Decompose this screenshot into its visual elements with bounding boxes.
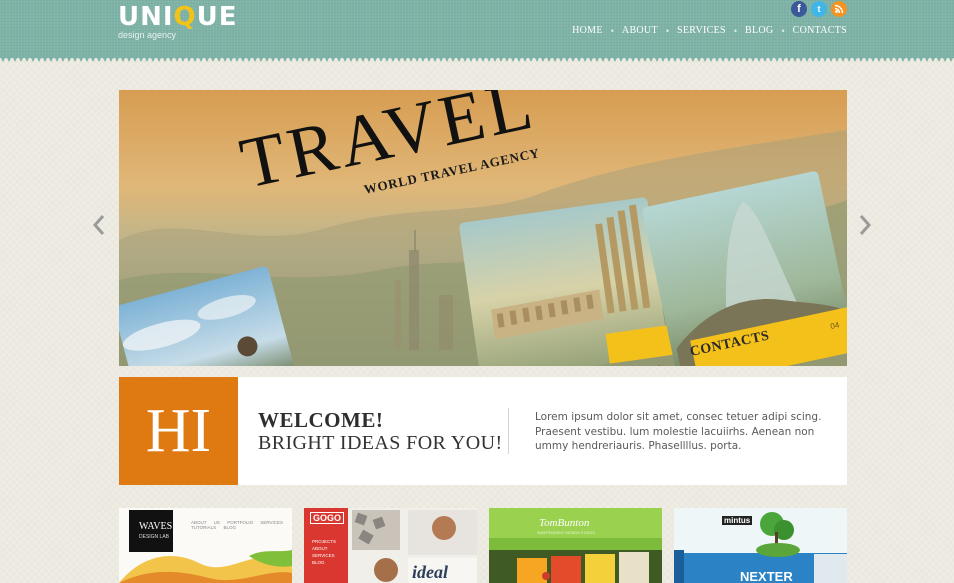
portfolio-item-gogo[interactable]: GOGO PROJECTS ABOUT SERVICES BLOG ideal bbox=[304, 508, 477, 583]
nav-separator: • bbox=[610, 25, 614, 36]
slider-artwork: CONTACTS 03 04 TRAVEL WORLD TRAVEL AGENC… bbox=[119, 90, 847, 366]
mintus-label: mintus bbox=[722, 516, 753, 525]
main-nav: HOME • ABOUT • SERVICES • BLOG • CONTACT… bbox=[572, 25, 847, 36]
nav-about[interactable]: ABOUT bbox=[622, 25, 658, 36]
gogo-label: GOGO bbox=[310, 512, 345, 524]
header-zigzag-edge bbox=[0, 56, 954, 62]
rss-icon[interactable] bbox=[831, 1, 847, 17]
nav-services[interactable]: SERVICES bbox=[677, 25, 726, 36]
site-header: UNIQUE design agency f t HOME • ABOUT • … bbox=[0, 0, 954, 58]
portfolio-item-waves[interactable]: WAVES DESIGN LAB ABOUT US PORTFOLIO SERV… bbox=[119, 508, 292, 583]
waves-sublabel: DESIGN LAB bbox=[139, 534, 170, 540]
tombunton-label: TomBunton bbox=[539, 517, 590, 529]
welcome-title: WELCOME! bbox=[258, 408, 384, 432]
facebook-icon[interactable]: f bbox=[791, 1, 807, 17]
gogo-big-text: ideal bbox=[412, 562, 448, 582]
chevron-right-icon[interactable] bbox=[858, 214, 872, 236]
logo-word: UNIQUE bbox=[118, 2, 238, 32]
portfolio-item-mintus[interactable]: mintus NEXTER bbox=[674, 508, 847, 583]
portfolio-item-tombunton[interactable]: TomBunton INDEPENDENT DESIGN STUDIO bbox=[489, 508, 662, 583]
nav-separator: • bbox=[733, 25, 738, 36]
twitter-icon[interactable]: t bbox=[811, 1, 827, 17]
waves-menu: ABOUT US PORTFOLIO SERVICES TUTORIALS BL… bbox=[191, 520, 284, 530]
welcome-subtitle: BRIGHT IDEAS FOR YOU! bbox=[258, 432, 503, 454]
mintus-big-text: NEXTER bbox=[740, 569, 793, 583]
nav-blog[interactable]: BLOG bbox=[745, 25, 773, 36]
tombunton-sublabel: INDEPENDENT DESIGN STUDIO bbox=[537, 531, 596, 535]
nav-separator: • bbox=[781, 25, 785, 36]
nav-separator: • bbox=[665, 25, 670, 36]
logo[interactable]: UNIQUE design agency bbox=[118, 2, 238, 41]
nav-contacts[interactable]: CONTACTS bbox=[793, 25, 847, 36]
waves-label: WAVES bbox=[139, 521, 173, 532]
welcome-panel: HI WELCOME! BRIGHT IDEAS FOR YOU! Lorem … bbox=[119, 377, 847, 485]
gogo-menu: PROJECTS ABOUT SERVICES BLOG bbox=[312, 539, 337, 565]
nav-home[interactable]: HOME bbox=[572, 25, 603, 36]
hero-slider[interactable]: CONTACTS 03 04 TRAVEL WORLD TRAVEL AGENC… bbox=[119, 90, 847, 366]
hi-badge: HI bbox=[119, 377, 238, 485]
chevron-left-icon[interactable] bbox=[92, 214, 106, 236]
welcome-divider bbox=[508, 408, 509, 454]
welcome-text: Lorem ipsum dolor sit amet, consec tetue… bbox=[535, 411, 822, 452]
